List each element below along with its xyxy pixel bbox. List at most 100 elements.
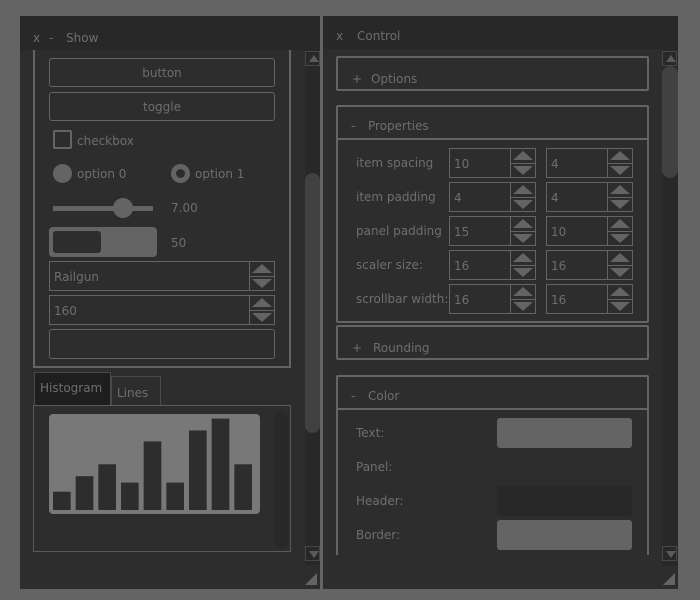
radio-option-1[interactable]: [171, 164, 190, 183]
tab-histogram[interactable]: Histogram: [34, 372, 111, 405]
int-property-value: 160: [54, 304, 77, 318]
window-title: Show: [66, 31, 99, 45]
show-scroll-thumb[interactable]: [305, 173, 320, 433]
property-y-field[interactable]: 16: [546, 250, 633, 280]
histogram-bar[interactable]: [166, 482, 184, 510]
button[interactable]: button: [49, 58, 275, 87]
scroll-down-button[interactable]: [305, 546, 320, 561]
histogram-bar[interactable]: [98, 464, 116, 510]
resize-handle[interactable]: [663, 573, 675, 585]
section-options[interactable]: + Options: [336, 56, 649, 91]
section-properties-label: Properties: [368, 119, 429, 133]
histogram-bar[interactable]: [211, 418, 230, 510]
decrement-button[interactable]: [608, 163, 632, 177]
control-window-header[interactable]: x Control: [323, 16, 678, 49]
combo-spinner: [249, 262, 274, 290]
expand-icon: +: [352, 341, 363, 355]
combo-property-value: Railgun: [54, 270, 99, 284]
section-color-header[interactable]: - Color: [336, 375, 649, 410]
decrement-button[interactable]: [511, 163, 535, 177]
decrement-button[interactable]: [250, 310, 274, 324]
decrement-button[interactable]: [511, 197, 535, 211]
decrement-button[interactable]: [608, 265, 632, 279]
histogram-bar[interactable]: [75, 476, 94, 510]
color-swatch[interactable]: [497, 418, 632, 448]
property-x-field[interactable]: 10: [449, 148, 536, 178]
checkbox[interactable]: [53, 130, 72, 149]
slider-value: 7.00: [171, 201, 198, 215]
histogram-bar[interactable]: [189, 430, 207, 510]
window-title: Control: [357, 29, 401, 43]
property-y-field[interactable]: 4: [546, 182, 633, 212]
increment-button[interactable]: [511, 285, 535, 300]
text-edit[interactable]: [49, 329, 275, 359]
scroll-up-button[interactable]: [305, 51, 320, 66]
decrement-button[interactable]: [608, 231, 632, 245]
slider-knob[interactable]: [113, 198, 133, 218]
property-y-field[interactable]: 16: [546, 284, 633, 314]
close-icon[interactable]: x: [336, 29, 343, 43]
slider[interactable]: [53, 198, 153, 218]
increment-button[interactable]: [250, 262, 274, 277]
tab-lines[interactable]: Lines: [111, 376, 161, 405]
section-color-label: Color: [368, 389, 400, 403]
property-y-field[interactable]: 10: [546, 216, 633, 246]
close-icon[interactable]: x: [33, 31, 40, 45]
color-swatch[interactable]: [497, 486, 632, 516]
increment-button[interactable]: [511, 251, 535, 266]
control-window: x Control + Options - Properties item sp…: [323, 16, 678, 589]
increment-button[interactable]: [511, 183, 535, 198]
chart-group-scrollbar[interactable]: [274, 412, 288, 548]
section-properties-header[interactable]: - Properties: [336, 105, 649, 140]
color-swatch[interactable]: [497, 520, 632, 550]
resize-handle[interactable]: [305, 573, 317, 585]
control-scroll-thumb[interactable]: [662, 66, 678, 178]
scroll-down-button[interactable]: [662, 546, 677, 561]
property-row-label: item padding: [356, 190, 436, 204]
histogram-bar[interactable]: [234, 464, 252, 510]
arrow-down-icon: [513, 166, 533, 175]
decrement-button[interactable]: [608, 299, 632, 313]
color-swatch[interactable]: [497, 452, 632, 482]
property-x-field[interactable]: 4: [449, 182, 536, 212]
increment-button[interactable]: [250, 296, 274, 311]
decrement-button[interactable]: [608, 197, 632, 211]
progress-bar[interactable]: [49, 227, 157, 257]
section-rounding-label: Rounding: [373, 341, 430, 355]
histogram-bar[interactable]: [143, 441, 162, 510]
radio-option-0[interactable]: [53, 164, 72, 183]
int-property[interactable]: 160: [49, 295, 275, 325]
increment-button[interactable]: [608, 149, 632, 164]
progress-fill: [53, 231, 101, 253]
increment-button[interactable]: [511, 217, 535, 232]
property-y-field[interactable]: 4: [546, 148, 633, 178]
decrement-button[interactable]: [511, 231, 535, 245]
combo-property[interactable]: Railgun: [49, 261, 275, 291]
property-x-field[interactable]: 15: [449, 216, 536, 246]
increment-button[interactable]: [608, 217, 632, 232]
show-window-header[interactable]: x - Show: [20, 16, 320, 50]
property-x-field[interactable]: 16: [449, 284, 536, 314]
decrement-button[interactable]: [511, 299, 535, 313]
collapse-icon: -: [351, 389, 356, 403]
minimize-icon[interactable]: -: [49, 31, 53, 45]
increment-button[interactable]: [608, 285, 632, 300]
decrement-button[interactable]: [511, 265, 535, 279]
property-value: 16: [551, 259, 567, 273]
arrow-down-icon: [610, 166, 630, 175]
property-row-label: item spacing: [356, 156, 434, 170]
spinner: [510, 285, 535, 313]
histogram-bar[interactable]: [121, 482, 139, 510]
section-rounding[interactable]: + Rounding: [336, 325, 649, 360]
property-x-field[interactable]: 16: [449, 250, 536, 280]
toggle-button[interactable]: toggle: [49, 92, 275, 121]
scroll-up-button[interactable]: [662, 51, 677, 66]
spinner: [510, 251, 535, 279]
increment-button[interactable]: [511, 149, 535, 164]
histogram-bar[interactable]: [53, 491, 71, 510]
spinner: [607, 183, 632, 211]
increment-button[interactable]: [608, 251, 632, 266]
decrement-button[interactable]: [250, 276, 274, 290]
arrow-up-icon: [610, 287, 630, 296]
increment-button[interactable]: [608, 183, 632, 198]
